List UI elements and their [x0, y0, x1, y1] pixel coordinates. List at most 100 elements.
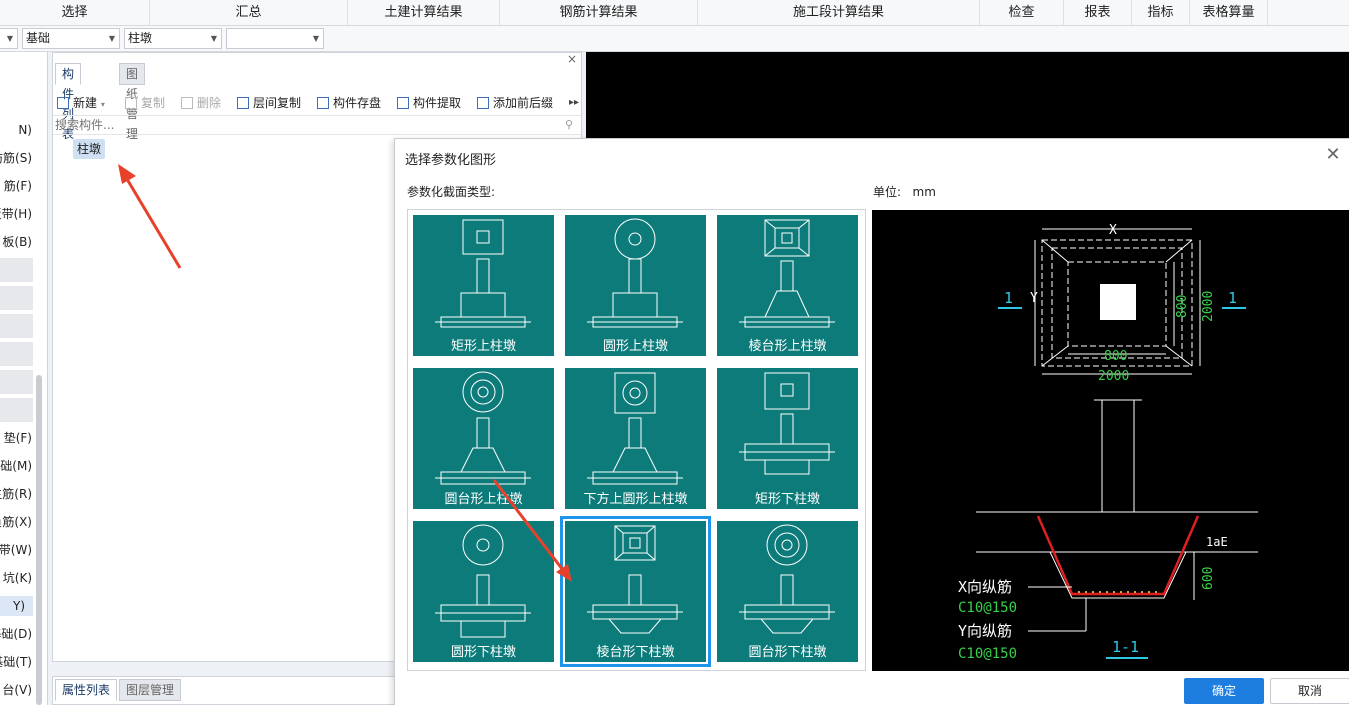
shape-label: 棱台形上柱墩: [748, 339, 827, 354]
unit-label: 单位: mm: [873, 185, 936, 199]
x-rebar-label: X向纵筋: [958, 578, 1012, 596]
tree-item[interactable]: 基础(M): [0, 456, 40, 476]
component-combo[interactable]: ▼: [226, 28, 324, 49]
close-icon[interactable]: ×: [567, 52, 577, 66]
dim-800-horizontal: 800: [1104, 349, 1127, 364]
top-menu-bar: 选择 汇总 土建计算结果 钢筋计算结果 施工段计算结果 检查 报表 指标 表格算…: [0, 0, 1349, 26]
tree-item-blank[interactable]: [0, 370, 33, 394]
annotation-arrow: [118, 164, 182, 269]
chevron-down-icon: ▼: [312, 34, 319, 43]
tree-item[interactable]: 坑(K): [0, 568, 40, 588]
extract-icon: [397, 97, 409, 109]
tree-item-blank[interactable]: [0, 286, 33, 310]
dim-2000-vertical: 2000: [1201, 291, 1216, 322]
save-icon: [317, 97, 329, 109]
floor-copy-icon: [237, 97, 249, 109]
new-button[interactable]: 新建 ▾: [57, 91, 105, 115]
category-combo-value: 基础: [26, 31, 51, 45]
extract-component-button[interactable]: 构件提取: [397, 91, 461, 115]
dialog-title: 选择参数化图形: [405, 153, 497, 168]
floor-combo[interactable]: ▼: [0, 28, 18, 49]
dim-800-vertical: 800: [1175, 295, 1190, 318]
tree-item-blank[interactable]: [0, 314, 33, 338]
tab-component-list[interactable]: 构件列表: [55, 63, 82, 141]
add-prefix-suffix-button[interactable]: 添加前后缀: [477, 91, 553, 115]
add-prefix-icon: [477, 97, 489, 109]
tree-item[interactable]: N): [0, 120, 40, 140]
tab-drawing-management[interactable]: 图纸管理: [119, 63, 146, 141]
tree-item[interactable]: 筋(F): [0, 176, 40, 196]
annotation-arrow: [492, 479, 572, 582]
menu-table-calc[interactable]: 表格算量: [1190, 0, 1268, 26]
search-icon[interactable]: ⚲: [565, 118, 573, 131]
component-toolbar: 新建 ▾ 复制 删除 层间复制 构件存盘 构件提取 添加前后缀 ▸▸: [53, 91, 581, 115]
shape-label: 圆形下柱墩: [450, 645, 516, 660]
shape-label: 棱台形下柱墩: [596, 645, 675, 660]
menu-summary[interactable]: 汇总: [150, 0, 348, 26]
menu-civil-results[interactable]: 土建计算结果: [348, 0, 500, 26]
tree-item[interactable]: 台(V): [0, 680, 40, 700]
copy-icon: [125, 97, 137, 109]
shape-rect-upper-pier[interactable]: 矩形上柱墩: [413, 215, 554, 356]
type-combo[interactable]: 柱墩 ▼: [124, 28, 222, 49]
new-icon: [57, 97, 69, 109]
tree-item[interactable]: 负筋(X): [0, 512, 40, 532]
chevron-down-icon: ▼: [210, 34, 217, 43]
chevron-down-icon: ▼: [6, 34, 13, 43]
menu-indicator[interactable]: 指标: [1132, 0, 1190, 26]
tree-item[interactable]: 基础(D): [0, 624, 40, 644]
y-rebar-label: Y向纵筋: [958, 622, 1012, 640]
shape-label: 矩形下柱墩: [754, 492, 820, 507]
tree-item[interactable]: 板带(H): [0, 204, 40, 224]
save-component-button[interactable]: 构件存盘: [317, 91, 381, 115]
shape-preview: X Y 800 2000 800 2000 1 1 1aE 600 X向纵筋 C…: [872, 210, 1349, 671]
section-title: 1-1: [1112, 638, 1139, 656]
chevron-down-icon: ▾: [100, 100, 105, 109]
y-rebar-spec: C10@150: [958, 646, 1017, 662]
close-icon[interactable]: ✕: [1323, 145, 1343, 165]
menu-section-results[interactable]: 施工段计算结果: [698, 0, 980, 26]
delete-button[interactable]: 删除: [181, 91, 221, 115]
menu-rebar-results[interactable]: 钢筋计算结果: [500, 0, 698, 26]
component-search: ⚲: [53, 115, 581, 135]
shape-round-frustum-lower-pier[interactable]: 圆台形下柱墩: [717, 521, 858, 662]
section-mark-left: 1: [1004, 289, 1013, 307]
tree-item-blank[interactable]: [0, 398, 33, 422]
shape-label: 圆形上柱墩: [602, 339, 668, 354]
tab-layer-management[interactable]: 图层管理: [119, 679, 182, 701]
ok-button[interactable]: 确定: [1184, 678, 1264, 704]
tree-scrollbar[interactable]: [36, 375, 42, 705]
parametric-shape-dialog: 选择参数化图形 ✕ 参数化截面类型: 单位: mm 矩形上柱墩 圆形上柱墩 棱台…: [394, 138, 1349, 705]
shape-round-upper-pier[interactable]: 圆形上柱墩: [565, 215, 706, 356]
tree-item[interactable]: 防筋(S): [0, 148, 40, 168]
shape-rect-lower-pier[interactable]: 矩形下柱墩: [717, 368, 858, 509]
anchorage-length-label: 1aE: [1206, 535, 1228, 549]
dim-600: 600: [1201, 567, 1216, 590]
tree-item[interactable]: 基础(T): [0, 652, 40, 672]
shape-grid: 矩形上柱墩 圆形上柱墩 棱台形上柱墩 圆台形上柱墩 下方上圆形上柱墩 矩形下柱墩…: [407, 209, 866, 671]
more-icon[interactable]: ▸▸: [569, 91, 579, 115]
property-panel: 属性列表 图层管理: [52, 676, 397, 705]
tree-item[interactable]: 板带(W): [0, 540, 40, 560]
drawing-canvas[interactable]: [586, 52, 1349, 138]
copy-button[interactable]: 复制: [125, 91, 165, 115]
tree-item-blank[interactable]: [0, 258, 33, 282]
tab-property-list[interactable]: 属性列表: [55, 679, 118, 701]
menu-check[interactable]: 检查: [980, 0, 1064, 26]
tree-item[interactable]: 主筋(R): [0, 484, 40, 504]
component-search-input[interactable]: [53, 116, 543, 134]
x-dimension-label: X: [1109, 223, 1117, 238]
floor-copy-button[interactable]: 层间复制: [237, 91, 301, 115]
unit-value: mm: [912, 185, 936, 199]
tree-item-blank[interactable]: [0, 342, 33, 366]
tree-item-selected[interactable]: Y): [0, 596, 33, 616]
cancel-button[interactable]: 取消: [1270, 678, 1349, 704]
shape-frustum-upper-pier[interactable]: 棱台形上柱墩: [717, 215, 858, 356]
menu-select[interactable]: 选择: [0, 0, 150, 26]
tree-item[interactable]: 板(B): [0, 232, 40, 252]
menu-report[interactable]: 报表: [1064, 0, 1132, 26]
category-combo[interactable]: 基础 ▼: [22, 28, 120, 49]
shape-label: 圆台形下柱墩: [748, 645, 827, 660]
tree-item[interactable]: 垫(F): [0, 428, 40, 448]
x-rebar-spec: C10@150: [958, 600, 1017, 616]
